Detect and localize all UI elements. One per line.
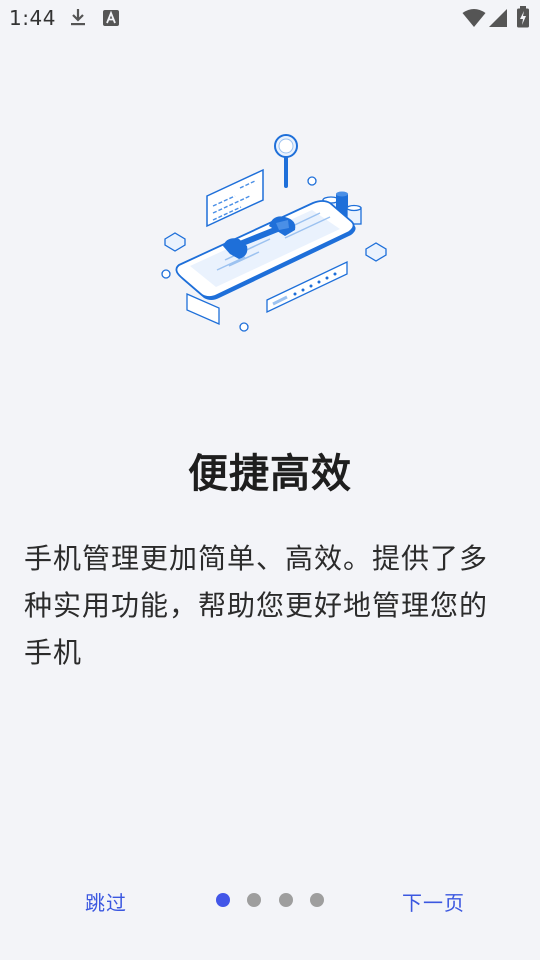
phone-icon: [175, 200, 356, 300]
page-dot-4[interactable]: [310, 893, 324, 907]
skip-button[interactable]: 跳过: [85, 887, 127, 916]
magnifier-icon: [274, 134, 298, 188]
page-dot-1[interactable]: [216, 893, 230, 907]
page-dot-3[interactable]: [279, 893, 293, 907]
onboarding-description: 手机管理更加简单、高效。提供了多种实用功能，帮助您更好地管理您的手机: [24, 542, 489, 669]
phone-tools-illustration: [155, 128, 395, 338]
onboarding-title: 便捷高效: [188, 451, 352, 497]
status-time: 1:44: [9, 6, 56, 30]
signal-icon: [488, 8, 508, 32]
battery-charging-icon: [516, 6, 530, 32]
a-keyboard-icon: [103, 10, 119, 30]
progress-card-icon: [266, 260, 348, 314]
status-bar: 1:44: [0, 0, 540, 36]
page-dot-2[interactable]: [247, 893, 261, 907]
download-icon: [69, 7, 87, 31]
code-card-icon: [206, 168, 264, 228]
next-page-button[interactable]: 下一页: [402, 887, 465, 916]
wifi-icon: [462, 8, 486, 32]
